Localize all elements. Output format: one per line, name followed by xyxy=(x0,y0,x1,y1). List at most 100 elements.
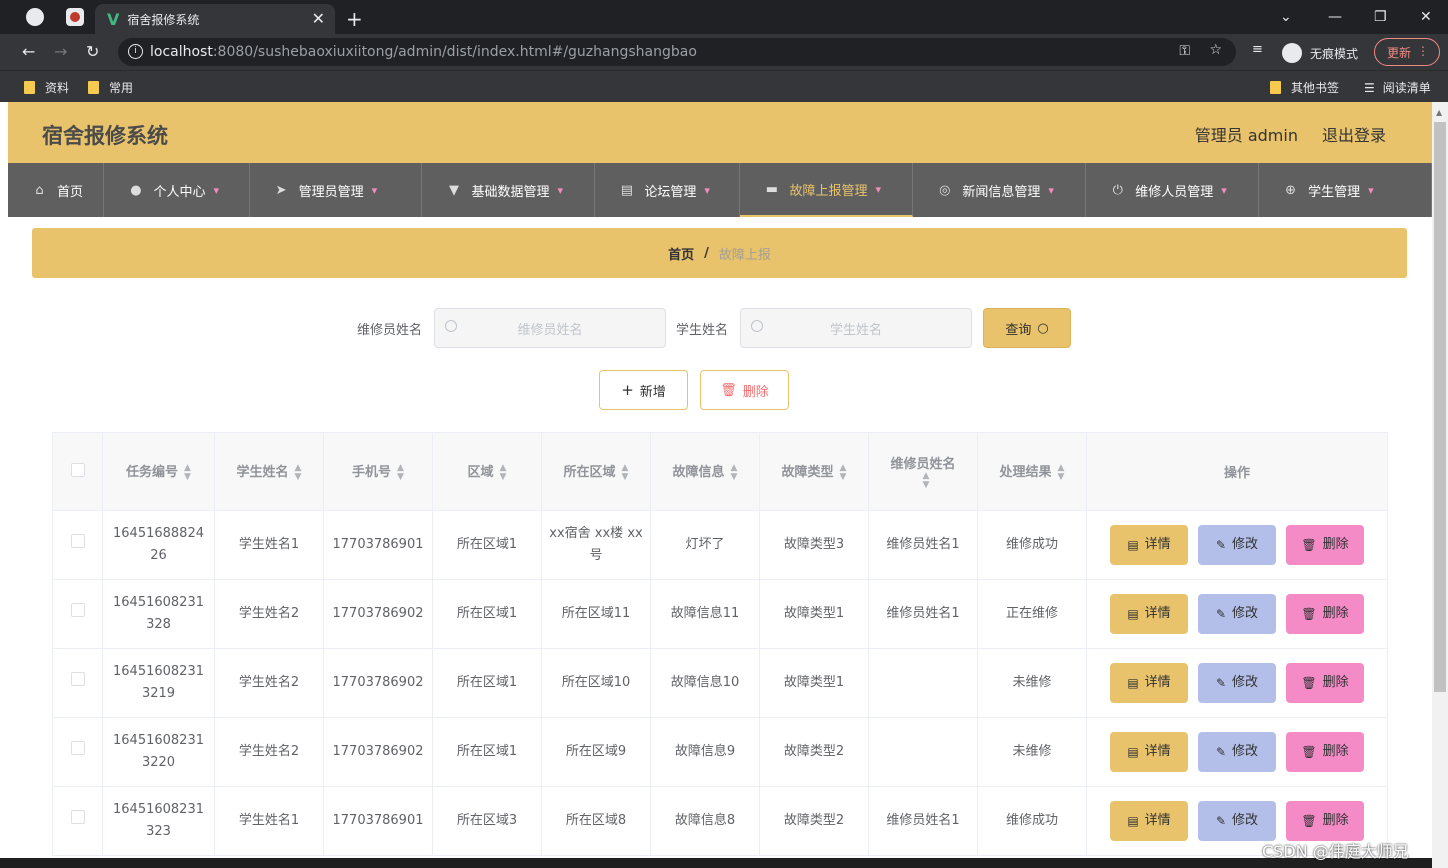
detail-button[interactable]: ▤ 详情 xyxy=(1110,663,1188,703)
table-cell: xx宿舍 xx楼 xx号 xyxy=(541,510,651,580)
menu-item-2[interactable]: ➤ 管理员管理 ▾ xyxy=(250,163,423,217)
row-checkbox[interactable] xyxy=(70,741,85,755)
row-checkbox[interactable] xyxy=(70,534,85,548)
delete-button[interactable]: 🗑 删除 xyxy=(1286,525,1364,565)
row-select-cell xyxy=(52,648,103,718)
trash-icon: 🗑 xyxy=(1301,538,1317,552)
back-icon[interactable]: ← xyxy=(22,42,35,61)
row-checkbox[interactable] xyxy=(70,603,85,617)
scroll-thumb[interactable] xyxy=(1434,122,1446,692)
other-bookmarks[interactable]: 其他书签 xyxy=(1270,79,1339,96)
delete-button[interactable]: 🗑 删除 xyxy=(1286,732,1364,772)
menu-item-8[interactable]: ⊕ 学生管理 ▾ xyxy=(1259,163,1432,217)
chevron-down-icon[interactable]: ⌄ xyxy=(1280,0,1292,34)
column-header[interactable]: 所在区域 ▲ ▼ xyxy=(541,432,651,511)
sort-icon[interactable]: ▲ ▼ xyxy=(500,463,507,482)
column-header[interactable]: 区域 ▲ ▼ xyxy=(432,432,542,511)
column-header[interactable]: 手机号 ▲ ▼ xyxy=(323,432,433,511)
column-header[interactable]: 故障类型 ▲ ▼ xyxy=(759,432,869,511)
detail-button[interactable]: ▤ 详情 xyxy=(1110,525,1188,565)
row-checkbox[interactable] xyxy=(70,672,85,686)
detail-button[interactable]: ▤ 详情 xyxy=(1110,732,1188,772)
column-header[interactable]: 维修员姓名 ▲ ▼ xyxy=(868,432,978,511)
add-button[interactable]: + 新增 xyxy=(599,370,688,410)
minimize-icon[interactable]: — xyxy=(1328,0,1342,34)
table-cell: 17703786902 xyxy=(323,717,433,787)
menu-item-6[interactable]: ◎ 新闻信息管理 ▾ xyxy=(913,163,1087,217)
reload-icon[interactable]: ↻ xyxy=(86,42,99,61)
page-scrollbar[interactable]: ▲ xyxy=(1432,102,1448,868)
column-header[interactable]: 学生姓名 ▲ ▼ xyxy=(214,432,324,511)
edit-button[interactable]: ✎ 修改 xyxy=(1198,801,1276,841)
menu-item-label: 论坛管理 xyxy=(644,184,697,200)
column-header[interactable]: 任务编号 ▲ ▼ xyxy=(102,432,215,511)
student-name-input[interactable]: 学生姓名 xyxy=(740,308,973,348)
delete-button[interactable]: 🗑 删除 xyxy=(1286,594,1364,634)
column-header-label: 维修员姓名 xyxy=(890,457,956,472)
sort-icon[interactable]: ▲ ▼ xyxy=(1058,463,1065,482)
menu-item-3[interactable]: ▼ 基础数据管理 ▾ xyxy=(422,163,596,217)
trash-icon: 🗑 xyxy=(1301,814,1317,828)
app-tab-icon[interactable] xyxy=(66,8,84,26)
edit-button[interactable]: ✎ 修改 xyxy=(1198,732,1276,772)
chevron-down-icon: ▾ xyxy=(557,183,563,197)
scroll-up-icon[interactable]: ▲ xyxy=(1436,108,1442,117)
edit-button[interactable]: ✎ 修改 xyxy=(1198,594,1276,634)
close-tab-icon[interactable]: ✕ xyxy=(312,9,325,28)
bookmark-folder[interactable]: 资料 xyxy=(24,79,69,96)
sort-icon[interactable]: ▲ ▼ xyxy=(295,463,302,482)
bulk-delete-button[interactable]: 🗑 删除 xyxy=(700,370,789,410)
browser-tab-active[interactable]: V 宿舍报修系统 ✕ xyxy=(95,4,335,34)
sort-icon[interactable]: ▲ ▼ xyxy=(923,472,930,490)
reading-list[interactable]: ☰ 阅读清单 xyxy=(1364,79,1431,96)
menu-item-4[interactable]: ▤ 论坛管理 ▾ xyxy=(595,163,741,217)
query-button[interactable]: 查询 ○ xyxy=(983,308,1072,348)
sort-icon[interactable]: ▲ ▼ xyxy=(731,463,738,482)
bookmark-folder[interactable]: 常用 xyxy=(88,79,133,96)
forward-icon[interactable]: → xyxy=(54,42,67,61)
delete-button[interactable]: 🗑 删除 xyxy=(1286,801,1364,841)
site-info-icon[interactable]: i xyxy=(128,44,143,59)
table-cell: 17703786901 xyxy=(323,786,433,856)
menu-item-7[interactable]: ⏻ 维修人员管理 ▾ xyxy=(1086,163,1260,217)
sort-icon[interactable]: ▲ ▼ xyxy=(840,463,847,482)
breadcrumb-home[interactable]: 首页 xyxy=(668,244,694,263)
student-name-label: 学生姓名 xyxy=(676,322,729,338)
table-cell: 16451608231328 xyxy=(102,579,215,649)
table-cell: 17703786901 xyxy=(323,510,433,580)
menu-item-0[interactable]: ⌂ 首页 xyxy=(8,163,105,217)
incognito-badge[interactable]: 无痕模式 xyxy=(1282,43,1358,63)
window-close-icon[interactable]: ✕ xyxy=(1420,0,1432,34)
edit-button[interactable]: ✎ 修改 xyxy=(1198,525,1276,565)
detail-button[interactable]: ▤ 详情 xyxy=(1110,801,1188,841)
url-field[interactable]: i localhost:8080/sushebaoxiuxiitong/admi… xyxy=(118,38,1236,66)
restore-icon[interactable]: ❐ xyxy=(1374,0,1387,34)
globe-icon[interactable] xyxy=(26,8,44,26)
menu-item-5[interactable]: ▬ 故障上报管理 ▾ xyxy=(740,163,914,217)
row-actions: ▤ 详情 ✎ 修改 🗑 删除 xyxy=(1086,717,1388,787)
column-header[interactable]: 故障信息 ▲ ▼ xyxy=(650,432,760,511)
update-button[interactable]: 更新 ⋮ xyxy=(1374,38,1440,66)
detail-button[interactable]: ▤ 详情 xyxy=(1110,594,1188,634)
media-icon[interactable]: ≡ xyxy=(1252,42,1263,57)
column-header[interactable]: 处理结果 ▲ ▼ xyxy=(977,432,1087,511)
logout-link[interactable]: 退出登录 xyxy=(1322,122,1386,146)
select-all-checkbox[interactable] xyxy=(70,462,85,477)
delete-button[interactable]: 🗑 删除 xyxy=(1286,663,1364,703)
key-icon[interactable]: ⚿ xyxy=(1179,43,1190,59)
repair-name-input[interactable]: 维修员姓名 xyxy=(434,308,667,348)
edit-button[interactable]: ✎ 修改 xyxy=(1198,663,1276,703)
sort-icon[interactable]: ▲ ▼ xyxy=(622,463,629,482)
table-cell: 未维修 xyxy=(977,648,1087,718)
sort-icon[interactable]: ▲ ▼ xyxy=(184,463,191,482)
row-checkbox[interactable] xyxy=(70,810,85,824)
sort-icon[interactable]: ▲ ▼ xyxy=(397,463,404,482)
delete-button-label: 删除 xyxy=(1322,744,1349,759)
search-icon: ○ xyxy=(1037,320,1049,336)
star-icon[interactable]: ☆ xyxy=(1209,42,1222,58)
new-tab-button[interactable]: + xyxy=(346,4,363,34)
menu-item-1[interactable]: ● 个人中心 ▾ xyxy=(104,163,250,217)
forum-icon: ▤ xyxy=(620,182,633,198)
browser-tab-title: 宿舍报修系统 xyxy=(127,12,200,27)
row-select-cell xyxy=(52,510,103,580)
